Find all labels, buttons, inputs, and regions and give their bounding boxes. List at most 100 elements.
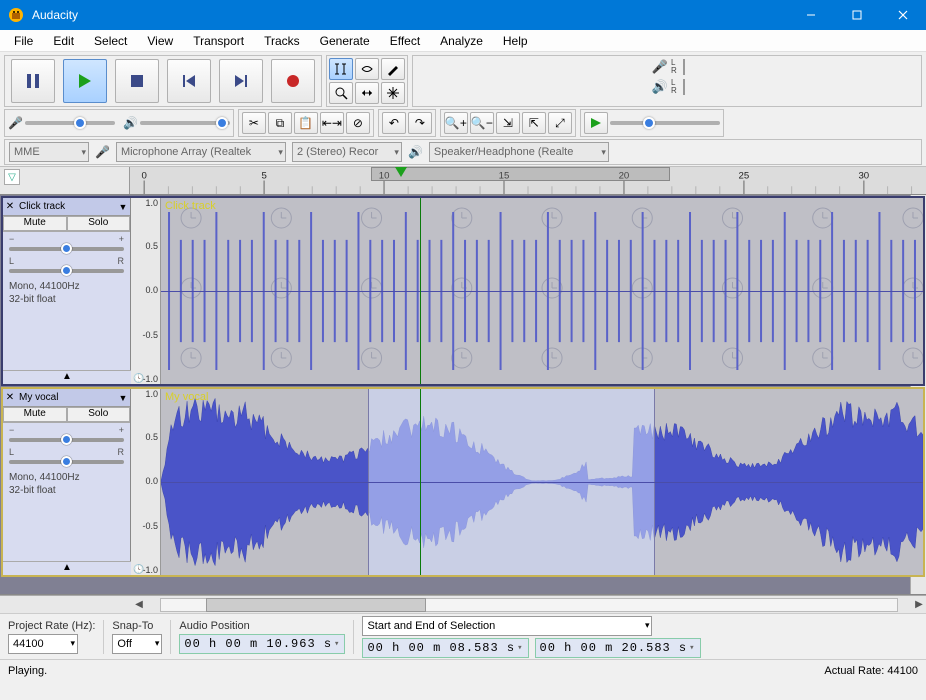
menu-analyze[interactable]: Analyze — [430, 32, 493, 50]
mic-meter-icon[interactable]: 🎤 — [649, 59, 671, 75]
stop-button[interactable] — [115, 59, 159, 103]
vertical-scale[interactable]: 1.0 0.5 0.0 -0.5 -1.0 🕓 — [131, 389, 161, 575]
track-format-line2: 32-bit float — [9, 293, 124, 306]
mute-button[interactable]: Mute — [3, 407, 67, 422]
horizontal-scrollbar[interactable]: ◀ ▶ — [0, 595, 926, 613]
cut-button[interactable]: ✂ — [242, 112, 266, 134]
track-row: ✕ Click track ▼ Mute Solo −+ LR Mono, 44… — [1, 196, 925, 386]
zoom-in-button[interactable]: 🔍+ — [444, 112, 468, 134]
menu-tracks[interactable]: Tracks — [254, 32, 310, 50]
minimize-button[interactable] — [788, 0, 834, 30]
zoom-tool[interactable] — [329, 82, 353, 104]
pan-l-label: L — [9, 447, 14, 457]
track-name[interactable]: My vocal — [17, 392, 116, 403]
toolbar-area: 🎤 LR -57-54-51-48-45-42-39-36-33-30-27-2… — [0, 52, 926, 167]
mixer-toolbar: 🎤 🔊 — [4, 109, 234, 137]
selection-toolbar: Project Rate (Hz): 44100 Snap-To Off Aud… — [0, 613, 926, 659]
track-close-button[interactable]: ✕ — [3, 201, 17, 212]
selection-mode-select[interactable]: Start and End of Selection — [362, 616, 652, 636]
solo-button[interactable]: Solo — [67, 216, 131, 231]
envelope-tool[interactable] — [355, 58, 379, 80]
track-menu-button[interactable]: ▼ — [116, 202, 130, 212]
copy-button[interactable]: ⧉ — [268, 112, 292, 134]
edit-toolbar: ✂ ⧉ 📋 ⇤⇥ ⊘ — [238, 109, 374, 137]
timeline-ruler[interactable]: ▽ 051015202530 — [0, 167, 926, 195]
fit-selection-button[interactable]: ⇲ — [496, 112, 520, 134]
vertical-scale[interactable]: 1.0 0.5 0.0 -0.5 -1.0 🕓 — [131, 198, 161, 384]
gain-slider[interactable]: −+ — [3, 232, 130, 251]
waveform-display[interactable]: My vocal — [161, 389, 923, 575]
pan-slider[interactable]: LR — [3, 445, 130, 464]
menu-view[interactable]: View — [137, 32, 183, 50]
pause-button[interactable] — [11, 59, 55, 103]
menu-file[interactable]: File — [4, 32, 43, 50]
input-channels-select[interactable]: 2 (Stereo) Recor — [292, 142, 402, 162]
audio-position-field[interactable]: 00 h 00 m 10.963 s — [179, 634, 345, 654]
selection-tool[interactable] — [329, 58, 353, 80]
fit-project-button[interactable]: ⇱ — [522, 112, 546, 134]
play-speed-slider[interactable] — [610, 121, 720, 125]
solo-button[interactable]: Solo — [67, 407, 131, 422]
play-at-speed-button[interactable] — [584, 112, 608, 134]
multi-tool[interactable] — [381, 82, 405, 104]
play-volume-icon: 🔊 — [123, 116, 138, 130]
track-name[interactable]: Click track — [17, 201, 116, 212]
menu-transport[interactable]: Transport — [183, 32, 254, 50]
mic-icon: 🎤 — [95, 145, 110, 159]
silence-button[interactable]: ⊘ — [346, 112, 370, 134]
paste-button[interactable]: 📋 — [294, 112, 318, 134]
play-region[interactable] — [371, 167, 670, 181]
app-logo — [8, 7, 24, 23]
play-button[interactable] — [63, 59, 107, 103]
skip-end-button[interactable] — [219, 59, 263, 103]
play-volume-slider[interactable] — [140, 121, 230, 125]
waveform-display[interactable]: Click track — [161, 198, 923, 384]
playback-meter[interactable]: -57-54-51-48-45-42-39-36-33-30-27-24-21-… — [683, 79, 685, 95]
tracks-area: ▲ ✕ Click track ▼ Mute Solo −+ LR Mono, — [0, 195, 926, 595]
zoom-toggle-button[interactable]: ⤢ — [548, 112, 572, 134]
mute-button[interactable]: Mute — [3, 216, 67, 231]
trim-button[interactable]: ⇤⇥ — [320, 112, 344, 134]
clock-icon: 🕓 — [133, 373, 158, 384]
input-device-select[interactable]: Microphone Array (Realtek — [116, 142, 286, 162]
rec-volume-slider[interactable] — [25, 121, 115, 125]
gain-slider[interactable]: −+ — [3, 423, 130, 442]
undo-redo-toolbar: ↶ ↷ — [378, 109, 436, 137]
track-format-line2: 32-bit float — [9, 484, 124, 497]
menu-select[interactable]: Select — [84, 32, 137, 50]
gain-minus-label: − — [9, 425, 14, 435]
selection-end-field[interactable]: 00 h 00 m 20.583 s — [535, 638, 701, 658]
speaker-meter-icon[interactable]: 🔊 — [649, 79, 671, 95]
audio-host-select[interactable]: MME — [9, 142, 89, 162]
pinned-play-toggle[interactable]: ▽ — [4, 169, 20, 185]
zoom-out-button[interactable]: 🔍− — [470, 112, 494, 134]
output-device-select[interactable]: Speaker/Headphone (Realte — [429, 142, 609, 162]
track-collapse-button[interactable]: ▲ — [3, 561, 131, 575]
track-collapse-button[interactable]: ▲ — [3, 370, 131, 384]
timeshift-tool[interactable] — [355, 82, 379, 104]
menu-edit[interactable]: Edit — [43, 32, 84, 50]
menu-effect[interactable]: Effect — [380, 32, 430, 50]
skip-start-button[interactable] — [167, 59, 211, 103]
track-format-line1: Mono, 44100Hz — [9, 471, 124, 484]
undo-button[interactable]: ↶ — [382, 112, 406, 134]
pan-r-label: R — [118, 256, 125, 266]
record-button[interactable] — [271, 59, 315, 103]
rec-volume-icon: 🎤 — [8, 116, 23, 130]
record-meter[interactable]: -57-54-51-48-45-42-39-36-33-30-27-24-21-… — [683, 59, 685, 75]
track-close-button[interactable]: ✕ — [3, 392, 17, 403]
status-text: Playing. — [8, 665, 47, 677]
draw-tool[interactable] — [381, 58, 405, 80]
menu-help[interactable]: Help — [493, 32, 538, 50]
track-menu-button[interactable]: ▼ — [116, 393, 130, 403]
maximize-button[interactable] — [834, 0, 880, 30]
pan-slider[interactable]: LR — [3, 254, 130, 273]
close-button[interactable] — [880, 0, 926, 30]
snap-to-select[interactable]: Off — [112, 634, 162, 654]
selection-start-field[interactable]: 00 h 00 m 08.583 s — [362, 638, 528, 658]
svg-text:30: 30 — [858, 171, 869, 182]
project-rate-select[interactable]: 44100 — [8, 634, 78, 654]
menu-generate[interactable]: Generate — [310, 32, 380, 50]
redo-button[interactable]: ↷ — [408, 112, 432, 134]
track-panel: ✕ Click track ▼ Mute Solo −+ LR Mono, 44… — [3, 198, 131, 384]
